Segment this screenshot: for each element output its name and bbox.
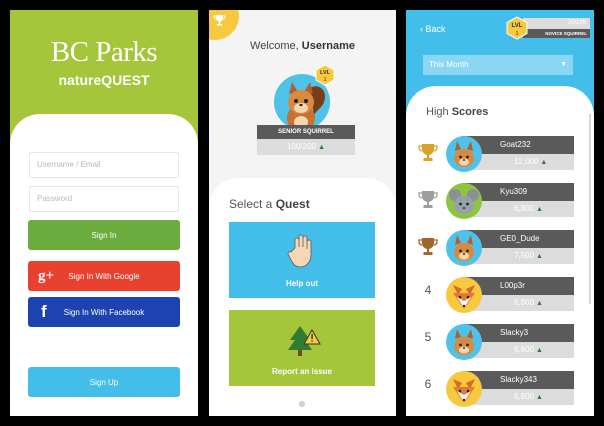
squirrel-icon (446, 136, 482, 172)
period-select[interactable]: This Month ▼ (423, 55, 573, 75)
hand-icon (287, 234, 312, 268)
player-avatar (446, 371, 482, 407)
quest-report-label: Report an issue (271, 367, 332, 376)
app-mockup-stage: BC Parks natureQUEST Sign In g+ Sign In … (0, 0, 604, 426)
rank-name: SENIOR SQUIRREL (257, 125, 355, 139)
brand-header: BC Parks natureQUEST (10, 36, 198, 88)
welcome-username: Username (301, 40, 355, 52)
rank-box: SENIOR SQUIRREL 100/200 ▲ (257, 125, 355, 155)
welcome-prefix: Welcome, (250, 40, 299, 52)
squirrel-icon (446, 324, 482, 360)
score-row[interactable]: 4 L00p3r 6,800 ▲ (416, 275, 578, 315)
back-label: Back (425, 24, 446, 34)
fox-icon (446, 277, 482, 313)
username-field[interactable] (29, 152, 179, 178)
select-quest-heading: Select a Quest (229, 197, 310, 211)
player-avatar (446, 277, 482, 313)
score-rank: 5 (424, 330, 432, 344)
period-value: This Month (429, 60, 469, 69)
level-badge-text: LVL (512, 23, 523, 29)
signup-button[interactable]: Sign Up (28, 367, 180, 397)
score-rank: 6 (424, 377, 432, 391)
level-number: 1 (515, 31, 518, 37)
player-avatar (446, 183, 482, 219)
quest-help-out[interactable]: Help out (229, 222, 375, 298)
mouse-icon (446, 183, 482, 219)
brand-title: BC Parks (50, 36, 158, 68)
signin-button[interactable]: Sign In (28, 220, 180, 250)
gold-trophy-icon (418, 144, 438, 161)
google-signin-button[interactable]: g+ Sign In With Google (28, 261, 180, 291)
page-indicator[interactable] (299, 401, 305, 407)
facebook-signin-label: Sign In With Facebook (63, 307, 145, 317)
high-scores-title: High Scores (426, 106, 488, 118)
score-xp-value: 6,800 (514, 204, 535, 213)
fox-icon (446, 371, 482, 407)
score-xp-value: 6,800 (514, 392, 535, 401)
select-quest-prefix: Select a (229, 197, 273, 211)
tree-icon: ▲ (534, 206, 543, 213)
google-plus-icon: g+ (38, 267, 55, 284)
high-scores-prefix: High (426, 106, 449, 118)
password-input[interactable] (37, 194, 171, 203)
score-row[interactable]: 5 Slacky3 6,800 ▲ (416, 322, 578, 362)
scrollbar[interactable] (589, 114, 591, 304)
score-row[interactable]: Kyu309 6,800 ▲ (416, 181, 578, 221)
high-scores-word: Scores (451, 106, 489, 118)
mini-xp: 20/100 (523, 18, 590, 29)
quest-report-issue[interactable]: Report an issue (229, 310, 375, 386)
signup-label: Sign Up (89, 377, 119, 387)
tree-icon: ▲ (534, 394, 543, 401)
tree-icon: ▲ (534, 347, 543, 354)
level-badge: LVL 1 (315, 64, 335, 86)
facebook-signin-button[interactable]: f Sign In With Facebook (28, 297, 180, 327)
home-screen: Welcome, Username LVL 1 SENIOR SQUIRREL … (209, 10, 396, 416)
score-xp-value: 6,800 (514, 345, 535, 354)
login-screen: BC Parks natureQUEST Sign In g+ Sign In … (10, 10, 198, 416)
signin-label: Sign In (91, 230, 117, 240)
tree-icon: ▲ (538, 159, 548, 166)
score-xp-value: 7,500 (514, 251, 535, 260)
level-number: 1 (324, 77, 327, 83)
welcome-heading: Welcome, Username (209, 40, 396, 52)
back-button[interactable]: ‹ Back (420, 24, 446, 34)
mini-rank-box: 20/100 NOVICE SQUIRREL (523, 18, 590, 38)
tree-icon: ▲ (318, 144, 326, 151)
brand-subtitle: natureQUEST (58, 72, 150, 88)
chevron-left-icon: ‹ (420, 24, 423, 34)
level-badge-text: LVL (320, 70, 331, 76)
score-row[interactable]: 6 Slacky343 6,800 ▲ (416, 369, 578, 409)
tree-icon: ▲ (534, 300, 543, 307)
rank-xp-value: 100/200 (286, 142, 316, 151)
mini-rank-name: NOVICE SQUIRREL (523, 29, 590, 38)
tree-warning-icon (288, 326, 321, 356)
score-xp-value: 12,000 (514, 157, 539, 166)
player-avatar (446, 324, 482, 360)
tree-icon: ▲ (534, 253, 543, 260)
silver-trophy-icon (418, 191, 438, 208)
level-badge: LVL 1 (506, 16, 528, 40)
password-field[interactable] (29, 186, 179, 212)
quest-help-label: Help out (286, 279, 318, 288)
username-input[interactable] (37, 160, 171, 169)
player-avatar (446, 230, 482, 266)
score-row[interactable]: Goat232 12,000 ▲ (416, 134, 578, 174)
select-quest-word: Quest (275, 197, 310, 211)
squirrel-icon (446, 230, 482, 266)
facebook-icon: f (41, 302, 47, 321)
player-avatar (446, 136, 482, 172)
score-xp-value: 6,800 (514, 298, 535, 307)
rank-xp: 100/200 ▲ (257, 139, 355, 155)
google-signin-label: Sign In With Google (68, 271, 140, 281)
trophy-icon (213, 14, 226, 30)
high-scores-screen: ‹ Back LVL 1 20/100 NOVICE SQUIRREL This… (406, 10, 594, 416)
bronze-trophy-icon (418, 238, 438, 255)
score-row[interactable]: GE0_Dude 7,500 ▲ (416, 228, 578, 268)
leaderboard-button[interactable] (209, 10, 239, 40)
chevron-down-icon: ▼ (560, 61, 567, 68)
score-rank: 4 (424, 283, 432, 297)
